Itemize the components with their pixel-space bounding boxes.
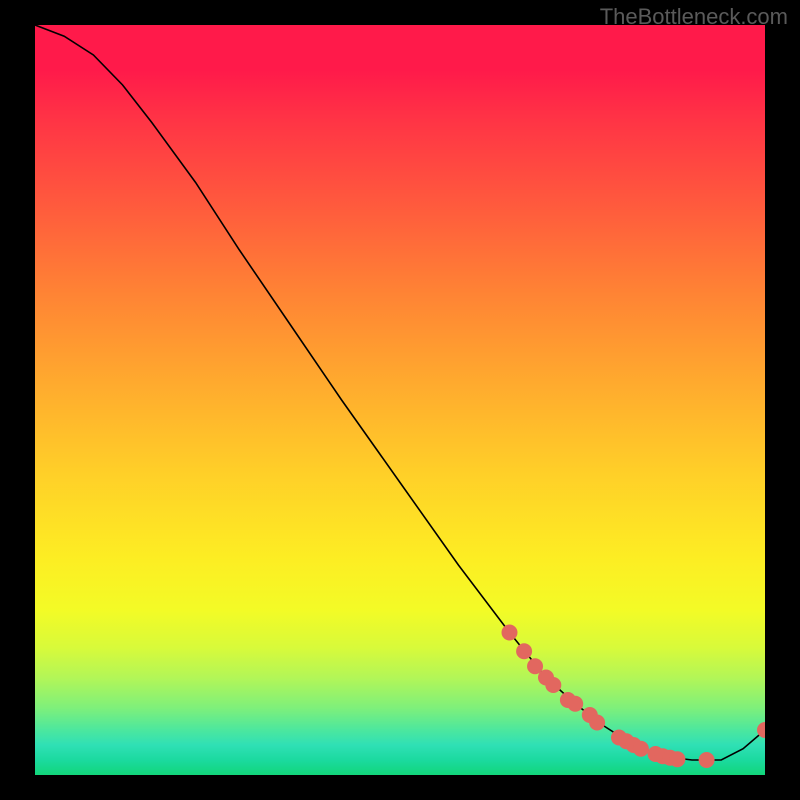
data-marker [589,715,605,731]
attribution-text: TheBottleneck.com [600,4,788,30]
data-markers [502,625,766,769]
data-curve [35,25,765,760]
data-marker [699,752,715,768]
data-marker [567,696,583,712]
data-marker [669,751,685,767]
data-marker [633,741,649,757]
data-marker [502,625,518,641]
data-marker [516,643,532,659]
plot-area [35,25,765,775]
data-marker [545,677,561,693]
chart-overlay [35,25,765,775]
